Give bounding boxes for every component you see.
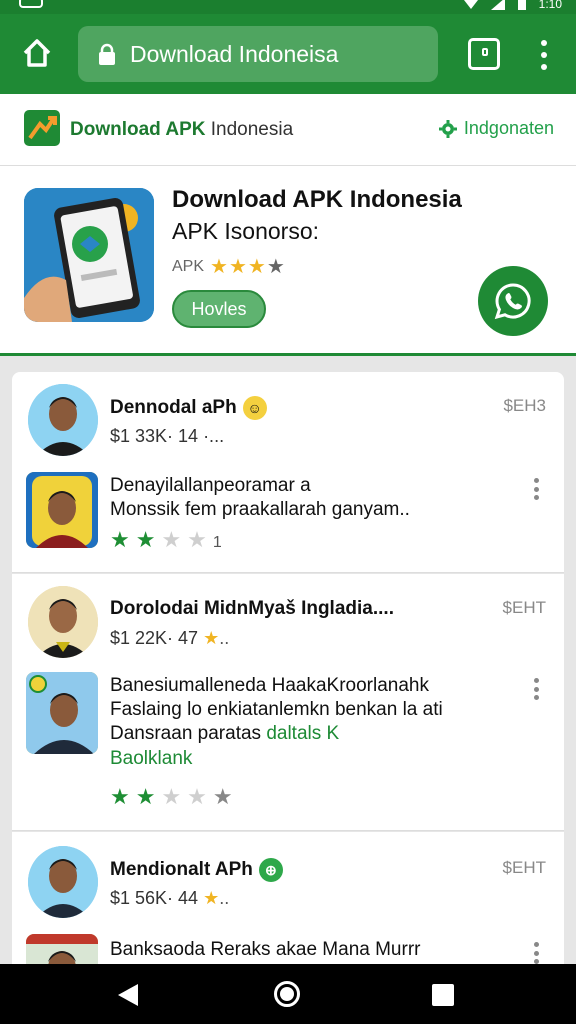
url-text: Download Indoneisa	[130, 40, 339, 67]
install-button[interactable]: Hovles	[172, 290, 266, 328]
whatsapp-icon[interactable]	[478, 266, 548, 336]
header-link[interactable]: Indgonaten	[438, 118, 554, 139]
item-menu-icon[interactable]	[534, 678, 540, 700]
notification-icon	[18, 0, 44, 13]
status-icons: 1:10	[463, 0, 562, 11]
lock-icon	[99, 43, 115, 65]
item-subtitle: $1 33K· 14 ·...	[110, 426, 225, 446]
smile-emoji-icon: ☺	[242, 396, 267, 420]
header-link-label: Indgonaten	[463, 118, 554, 138]
item-description: Banesiumalleneda HaakaKroorlanahk Faslai…	[110, 675, 443, 744]
avatar	[28, 846, 98, 918]
item-subtitle: $1 56K· 44 ★..	[110, 888, 230, 908]
app-hero: Download APK Indonesia APK Isonorso: APK…	[0, 166, 576, 356]
avatar	[28, 384, 98, 456]
thumbnail	[26, 672, 98, 754]
item-price: $EH3	[503, 396, 546, 415]
app-icon	[24, 188, 154, 322]
item-menu-icon[interactable]	[534, 478, 540, 500]
app-rating: APK ★★★★	[172, 254, 286, 279]
read-more-link[interactable]: Baolklank	[110, 748, 192, 770]
star-rating: ★★★★1	[110, 527, 222, 552]
back-icon[interactable]	[118, 984, 138, 1006]
more-vert-icon[interactable]	[536, 38, 552, 72]
app-title: Download APK Indonesia	[172, 186, 462, 213]
site-logo[interactable]	[24, 110, 60, 146]
item-price: $EHT	[502, 858, 546, 877]
home-circle-icon[interactable]	[274, 981, 300, 1007]
item-menu-icon[interactable]	[534, 942, 540, 964]
star-rating: ★★★★★	[110, 784, 239, 809]
app-list: Dennodal aPh ☺ $1 33K· 14 ·... $EH3 Denay…	[0, 356, 576, 972]
gear-icon	[438, 119, 457, 138]
wifi-icon	[463, 0, 478, 9]
home-icon[interactable]	[20, 36, 54, 70]
app-meta-label: APK	[172, 257, 205, 275]
item-price: $EHT	[502, 598, 546, 617]
url-bar[interactable]: Download Indoneisa	[78, 26, 438, 82]
item-title: Mendionalt APh ⊕	[110, 858, 283, 882]
item-title: Dorolodai MidnMyaš Ingladia....	[110, 598, 394, 619]
status-bar: 1:10	[0, 0, 576, 14]
system-nav-bar	[0, 964, 576, 1024]
thumbnail	[26, 472, 98, 548]
site-name[interactable]: Download APK Indonesia	[70, 119, 293, 141]
site-header: Download APK Indonesia Indgonaten	[0, 94, 576, 166]
item-description: Banksaoda Reraks akae Mana Murrr	[110, 939, 421, 960]
item-title: Dennodal aPh ☺	[110, 396, 267, 420]
recents-icon[interactable]	[432, 984, 454, 1006]
badge-icon: ⊕	[258, 858, 283, 882]
signal-icon	[490, 0, 505, 10]
tabs-icon[interactable]	[468, 38, 500, 70]
item-description: Denayilallanpeoramar a Monssik fem praak…	[110, 475, 410, 520]
item-subtitle: $1 22K· 47 ★..	[110, 628, 230, 648]
list-item[interactable]: Dennodal aPh ☺ $1 33K· 14 ·... $EH3 Denay…	[12, 372, 564, 573]
list-item[interactable]: Dorolodai MidnMyaš Ingladia.... $1 22K· …	[12, 574, 564, 831]
app-subtitle: APK Isonorso:	[172, 218, 320, 244]
battery-icon	[517, 0, 526, 10]
browser-toolbar: Download Indoneisa	[0, 14, 576, 94]
star-rating: ★★★★	[210, 256, 286, 278]
clock: 1:10	[538, 0, 562, 11]
avatar	[28, 586, 98, 658]
list-item[interactable]: Mendionalt APh ⊕ $1 56K· 44 ★.. $EHT Bank…	[12, 832, 564, 972]
